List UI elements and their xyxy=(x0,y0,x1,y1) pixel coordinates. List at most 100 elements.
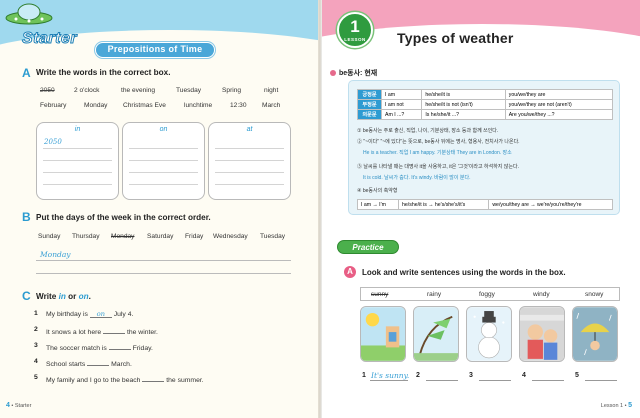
answer-line[interactable] xyxy=(36,260,291,261)
answer-line[interactable] xyxy=(532,380,564,381)
day-item: Saturday xyxy=(147,233,174,240)
word-bank-item: 2050 xyxy=(40,87,55,94)
section-title-pill: Prepositions of Time xyxy=(95,42,215,58)
grammar-heading-text: be동사: 현재 xyxy=(339,70,378,77)
answer-line[interactable] xyxy=(426,380,458,381)
writing-line xyxy=(129,148,198,149)
table-cell: we/you/they are → we're/you're/they're xyxy=(488,199,613,210)
answer-line[interactable] xyxy=(36,273,291,274)
box-label: on xyxy=(159,126,168,133)
grammar-example: He is a teacher. 직업 I am happy. 기분상태 The… xyxy=(363,150,512,156)
grammar-table: 긍정문 I am he/she/it is you/we/they are 부정… xyxy=(357,89,614,120)
word-box-item: snowy xyxy=(585,291,604,298)
answer-number: 5 xyxy=(575,372,579,379)
starter-label: Starter xyxy=(21,30,78,48)
sentence-blank[interactable] xyxy=(103,326,126,334)
word-bank-item: Tuesday xyxy=(176,87,202,94)
table-cell: he/she/it is → he's/she's/it's xyxy=(398,199,490,210)
section-a-letter: A xyxy=(22,66,31,80)
sentence: It snows a lot here the winter. xyxy=(46,326,158,336)
word-bank-item: lunchtime xyxy=(184,102,213,109)
section-a-letter: A xyxy=(344,266,356,278)
answer-box-at[interactable]: at xyxy=(208,122,291,200)
word-box-item: rainy xyxy=(427,291,442,298)
answer-line[interactable] xyxy=(479,380,511,381)
answer-box-on[interactable]: on xyxy=(122,122,205,200)
row-label: 긍정문 xyxy=(357,89,382,100)
answer-number: 2 xyxy=(416,372,420,379)
box-label: in xyxy=(74,126,81,133)
word-bank-item: Christmas Eve xyxy=(123,102,166,109)
table-cell: I am xyxy=(380,89,423,100)
row-label: 부정문 xyxy=(357,99,382,110)
table-cell: Am I ...? xyxy=(380,109,423,120)
table-cell: he/she/it is not (isn't) xyxy=(421,99,506,110)
word-bank-item: March xyxy=(262,102,281,109)
table-cell: Is he/she/it ...? xyxy=(421,109,506,120)
grammar-note: ③ 날씨를 나타낼 때는 대명사 it을 사용하고, it은 '그것'이라고 하… xyxy=(357,164,519,170)
day-item: Sunday xyxy=(38,233,61,240)
sentence-text: July 4. xyxy=(113,311,134,318)
row-label: 의문문 xyxy=(357,109,382,120)
lesson-badge: 1 LESSON xyxy=(337,12,373,48)
sentence-number: 1 xyxy=(34,310,38,317)
word-bank-item: February xyxy=(40,102,67,109)
section-a-instruction: Write the words in the correct box. xyxy=(36,68,171,77)
bullet-icon xyxy=(330,69,336,76)
day-item: Tuesday xyxy=(260,233,286,240)
writing-line xyxy=(215,184,284,185)
sentence-text: My family and I go to the beach xyxy=(46,377,141,384)
sentence-blank[interactable]: on xyxy=(89,310,112,318)
word-bank-item: 12:30 xyxy=(230,102,247,109)
page-number: 4 xyxy=(6,402,10,409)
contraction-table: I am → I'm he/she/it is → he's/she's/it'… xyxy=(356,199,613,210)
writing-line xyxy=(43,184,112,185)
day-item: Monday xyxy=(111,233,135,240)
writing-line xyxy=(129,172,198,173)
section-c-instruction: Write in or on. xyxy=(36,292,91,301)
sunny-picture xyxy=(360,306,406,362)
windy-picture xyxy=(413,306,459,362)
table-row: 긍정문 I am he/she/it is you/we/they are xyxy=(357,89,614,100)
day-item: Friday xyxy=(185,233,204,240)
table-cell: you/we/they are xyxy=(504,89,614,100)
sentence-blank[interactable] xyxy=(142,374,165,382)
textbook-spread: Starter Prepositions of Time A Write the… xyxy=(0,0,640,418)
word-box-item: sunny xyxy=(371,291,389,298)
sentence: My family and I go to the beach the summ… xyxy=(46,374,204,384)
sentence-text: the winter. xyxy=(126,329,158,336)
answer-line[interactable] xyxy=(585,380,617,381)
table-cell: Are you/we/they ...? xyxy=(504,109,614,120)
writing-line xyxy=(215,160,284,161)
lesson-number: 1 xyxy=(350,17,360,36)
lesson-word: LESSON xyxy=(344,37,366,42)
foggy-picture xyxy=(519,306,565,362)
instruction-text: or xyxy=(68,292,77,301)
grammar-heading: be동사: 현재 xyxy=(330,68,377,78)
sentence-number: 4 xyxy=(34,358,38,365)
order-answer: Monday xyxy=(40,250,71,259)
grammar-box: 긍정문 I am he/she/it is you/we/they are 부정… xyxy=(348,80,620,215)
word-bank-item: Spring xyxy=(222,87,242,94)
sentence-text: Friday. xyxy=(132,345,153,352)
snowy-picture xyxy=(466,306,512,362)
section-b-letter: B xyxy=(22,210,31,224)
answer-line[interactable] xyxy=(370,380,408,381)
section-b-instruction: Put the days of the week in the correct … xyxy=(36,213,211,222)
answer-number: 4 xyxy=(522,372,526,379)
keyword-on: on xyxy=(78,292,89,301)
sentence-text: March. xyxy=(111,361,132,368)
page-number: 5 xyxy=(628,402,632,409)
table-cell: I am not xyxy=(380,99,423,110)
sentence-blank[interactable] xyxy=(108,342,131,350)
sentence-blank[interactable] xyxy=(87,358,110,366)
answer-text: It's sunny. xyxy=(371,371,410,380)
sentence-text: The soccer match is xyxy=(46,345,107,352)
writing-line xyxy=(43,160,112,161)
sentence: School starts March. xyxy=(46,358,132,368)
answer-box-in[interactable]: in 2050 xyxy=(36,122,119,200)
box-example-answer: 2050 xyxy=(44,138,62,146)
table-cell: I am → I'm xyxy=(356,199,400,210)
table-row: I am → I'm he/she/it is → he's/she's/it'… xyxy=(356,199,613,210)
rainy-picture xyxy=(572,306,618,362)
